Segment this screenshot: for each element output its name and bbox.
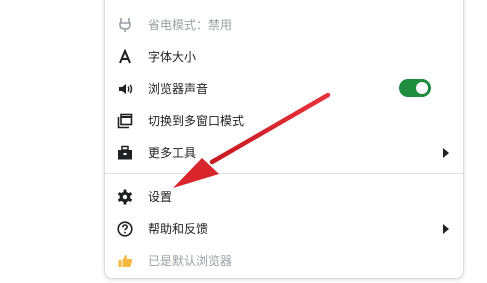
menu-item-settings[interactable]: 设置 — [105, 181, 463, 213]
menu-item-power-mode: 省电模式：禁用 — [105, 9, 463, 41]
menu-item-label: 字体大小 — [148, 50, 197, 64]
menu-item-label: 已是默认浏览器 — [148, 254, 233, 268]
menu-item-label: 帮助和反馈 — [148, 222, 209, 236]
menu-item-label: 设置 — [148, 190, 173, 204]
menu-divider — [105, 173, 463, 174]
menu-item-label: 切换到多窗口模式 — [148, 114, 245, 128]
menu-item-more-tools[interactable]: 更多工具 — [105, 137, 463, 169]
browser-main-menu: 省电模式：禁用 字体大小 浏览器声音 切换到多窗口模式 更多工具 设置 帮助和反… — [104, 0, 464, 279]
gear-icon — [117, 189, 133, 205]
plug-icon — [117, 17, 133, 33]
menu-item-multi-window[interactable]: 切换到多窗口模式 — [105, 105, 463, 137]
chevron-right-icon — [443, 148, 449, 158]
help-circle-icon — [117, 221, 133, 237]
toolbox-icon — [117, 145, 133, 161]
font-a-icon — [117, 49, 133, 65]
menu-item-default-browser: 已是默认浏览器 — [105, 245, 463, 277]
menu-item-label: 更多工具 — [148, 146, 197, 160]
menu-item-label: 浏览器声音 — [148, 82, 209, 96]
chevron-right-icon — [443, 224, 449, 234]
menu-item-font-size[interactable]: 字体大小 — [105, 41, 463, 73]
browser-sound-toggle[interactable] — [399, 79, 431, 97]
menu-item-browser-sound[interactable]: 浏览器声音 — [105, 73, 463, 105]
speaker-icon — [117, 81, 133, 97]
windows-icon — [117, 113, 133, 129]
toggle-knob — [416, 82, 428, 94]
thumbs-up-icon — [117, 253, 133, 269]
menu-item-help-feedback[interactable]: 帮助和反馈 — [105, 213, 463, 245]
menu-item-label: 省电模式：禁用 — [148, 18, 233, 32]
